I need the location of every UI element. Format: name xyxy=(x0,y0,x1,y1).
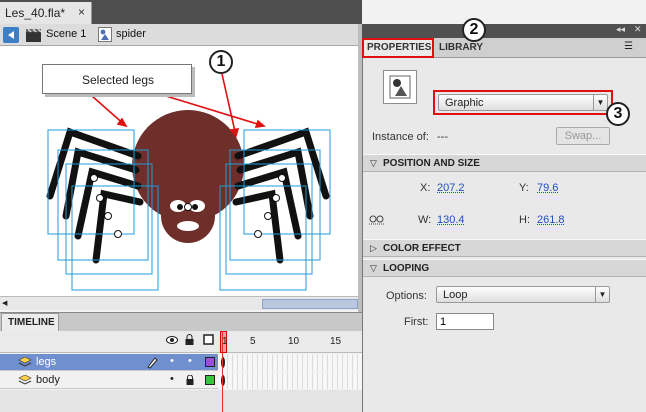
section-title: POSITION AND SIZE xyxy=(383,158,480,169)
lock-icon[interactable] xyxy=(185,334,194,346)
timeline-tab[interactable]: TIMELINE xyxy=(1,313,59,331)
expand-triangle-icon: ▽ xyxy=(370,263,377,273)
layer-row-body[interactable]: body • xyxy=(0,372,362,389)
loop-options-value: Loop xyxy=(443,289,468,301)
frames-row[interactable] xyxy=(218,372,362,389)
first-frame-field[interactable] xyxy=(436,313,494,330)
options-label: Options: xyxy=(386,290,427,302)
panel-title-bar: ◂◂ ✕ xyxy=(362,24,646,38)
collapsed-triangle-icon: ▷ xyxy=(370,243,377,253)
h-value[interactable]: 261.8 xyxy=(537,214,565,226)
chevron-down-icon: ▼ xyxy=(595,287,609,302)
timeline-tab-label: TIMELINE xyxy=(8,317,55,328)
link-proportions-icon[interactable] xyxy=(369,213,385,225)
breadcrumb-scene[interactable]: Scene 1 xyxy=(46,28,86,40)
back-arrow-icon[interactable] xyxy=(3,27,19,43)
edit-bar: Scene 1 spider xyxy=(0,24,362,46)
section-looping[interactable]: ▽ LOOPING xyxy=(363,259,646,277)
instance-of-value: --- xyxy=(437,131,448,143)
expand-triangle-icon: ▽ xyxy=(370,158,377,168)
document-tab-title: Les_40.fla* xyxy=(5,6,66,20)
symbol-type-highlight xyxy=(433,90,613,115)
frame-number-15: 15 xyxy=(330,336,342,347)
w-label: W: xyxy=(418,214,432,226)
layer-color-swatch[interactable] xyxy=(205,375,215,385)
left-legs[interactable] xyxy=(46,127,144,264)
layer-name[interactable]: body xyxy=(36,374,60,386)
selected-legs-callout-box: Selected legs xyxy=(42,64,192,94)
first-label: First: xyxy=(404,316,429,328)
pencil-icon xyxy=(147,357,158,369)
graphic-symbol-icon xyxy=(389,75,411,99)
callout-1: 1 xyxy=(209,50,233,74)
layer-name[interactable]: legs xyxy=(36,356,56,368)
eye-icon[interactable] xyxy=(166,335,178,345)
swap-button[interactable]: Swap... xyxy=(556,127,610,145)
panel-menu-icon[interactable]: ☰ xyxy=(624,41,633,52)
outline-icon[interactable] xyxy=(203,334,214,345)
graphic-symbol-icon xyxy=(98,27,112,42)
timeline-ruler: 1 5 10 15 xyxy=(0,331,362,353)
section-position-size[interactable]: ▽ POSITION AND SIZE xyxy=(363,154,646,172)
document-tab[interactable]: Les_40.fla* × xyxy=(0,2,92,24)
layer-locked-icon[interactable] xyxy=(186,375,194,386)
layer-color-swatch[interactable] xyxy=(205,357,215,367)
section-title: COLOR EFFECT xyxy=(383,243,461,254)
visibility-dot[interactable]: • xyxy=(170,355,174,367)
visibility-dot[interactable]: • xyxy=(170,373,174,385)
h-label: H: xyxy=(519,214,530,226)
callout-2: 2 xyxy=(462,18,486,42)
x-value[interactable]: 207.2 xyxy=(437,182,465,194)
close-tab-icon[interactable]: × xyxy=(78,5,85,19)
x-label: X: xyxy=(420,182,431,194)
lock-dot[interactable]: • xyxy=(188,355,192,367)
breadcrumb-symbol[interactable]: spider xyxy=(116,28,146,40)
loop-options-dropdown[interactable]: Loop ▼ xyxy=(436,286,610,303)
symbol-icon-frame xyxy=(383,70,417,104)
frame-number-10: 10 xyxy=(288,336,300,347)
frame-number-5: 5 xyxy=(250,336,256,347)
stage[interactable]: Selected legs 1 xyxy=(0,46,358,296)
spider-head[interactable] xyxy=(161,189,215,243)
w-value[interactable]: 130.4 xyxy=(437,214,465,226)
section-color-effect[interactable]: ▷ COLOR EFFECT xyxy=(363,239,646,257)
tab-library[interactable]: LIBRARY xyxy=(435,38,495,58)
selected-legs-label: Selected legs xyxy=(81,73,155,87)
section-title: LOOPING xyxy=(383,263,430,274)
layer-row-legs[interactable]: legs • • xyxy=(0,354,362,371)
spider-mouth xyxy=(177,221,199,231)
instance-of-label: Instance of: xyxy=(372,131,429,143)
layer-icon xyxy=(18,375,32,385)
collapse-panel-icon[interactable]: ◂◂ xyxy=(616,24,625,35)
playhead-line xyxy=(222,331,223,412)
y-label: Y: xyxy=(519,182,529,194)
properties-tab-highlight xyxy=(362,38,434,58)
frames-row[interactable] xyxy=(218,354,362,371)
close-panel-icon[interactable]: ✕ xyxy=(634,24,642,35)
scene-clapper-icon xyxy=(26,28,42,42)
scrollbar-thumb[interactable] xyxy=(262,299,358,309)
y-value[interactable]: 79.6 xyxy=(537,182,558,194)
timeline-empty-area xyxy=(0,390,362,412)
scroll-left-icon[interactable]: ◀ xyxy=(2,299,10,308)
layer-icon xyxy=(18,357,32,367)
callout-3: 3 xyxy=(606,102,630,126)
stage-horizontal-scrollbar[interactable]: ◀ xyxy=(0,296,358,310)
flash-window: Les_40.fla* × Scene 1 spider Selected le… xyxy=(0,0,646,412)
